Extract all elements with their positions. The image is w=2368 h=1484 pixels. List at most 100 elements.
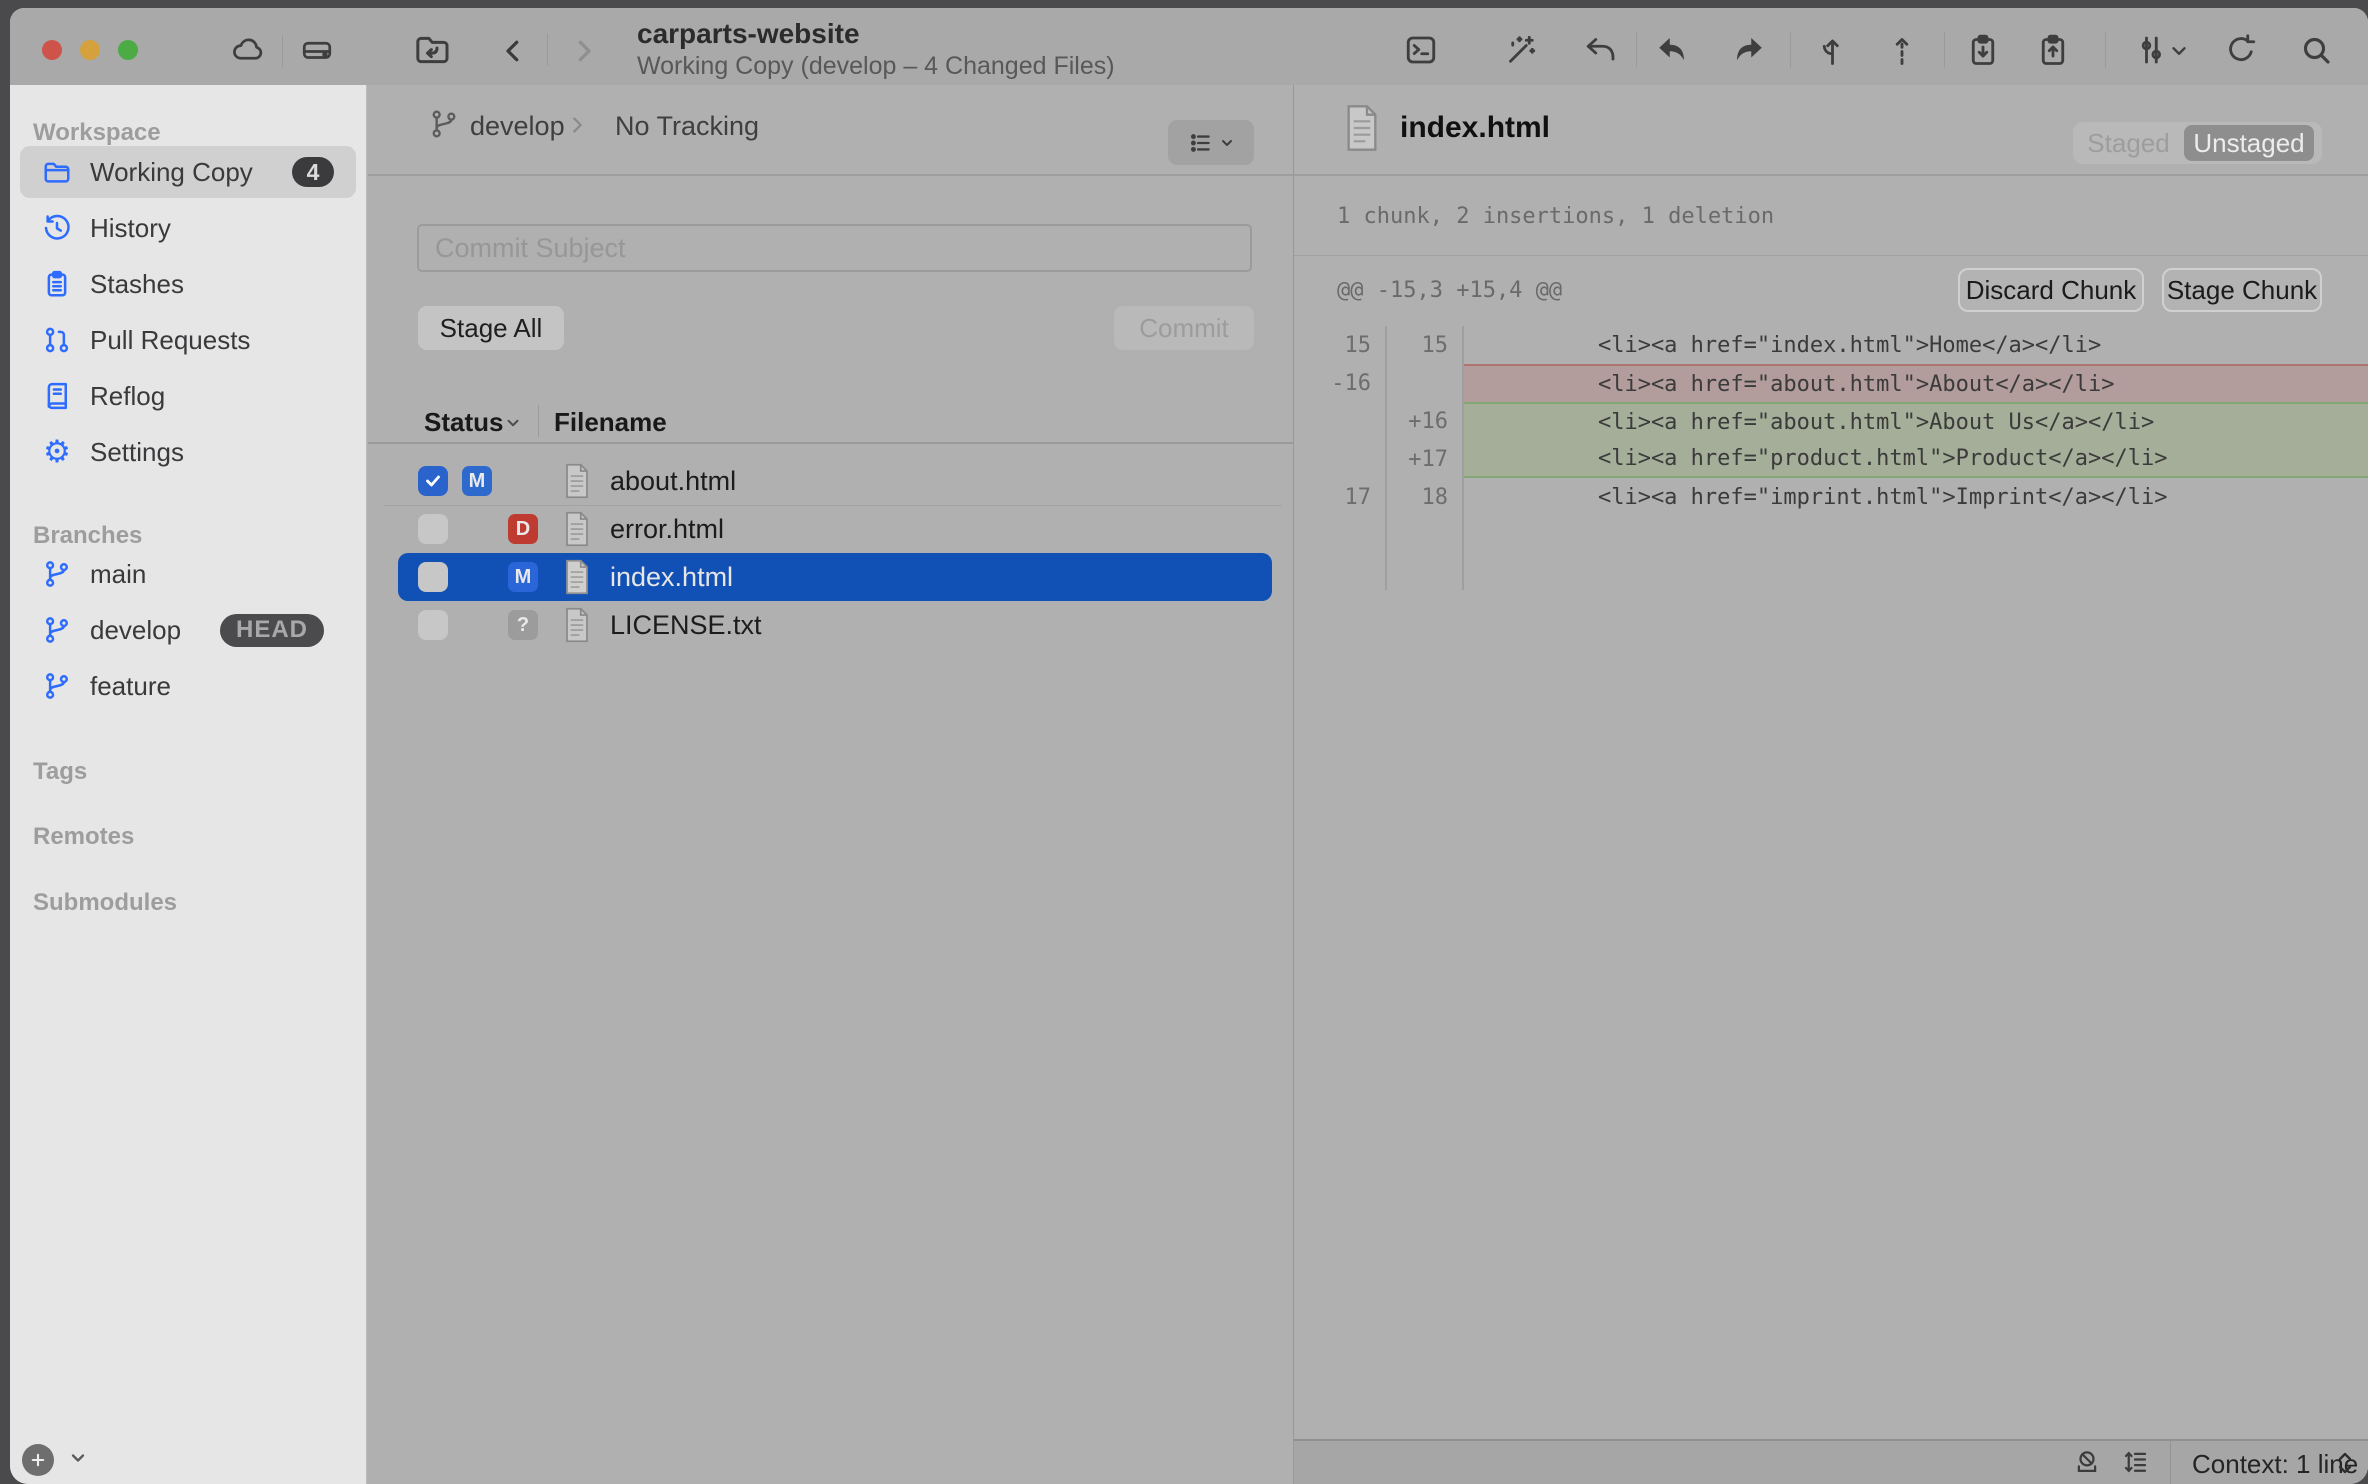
toolbar-divider: [1790, 32, 1791, 68]
old-line-number: [1294, 440, 1385, 478]
pull-arrow-icon[interactable]: [1654, 32, 1690, 68]
file-row-license[interactable]: ? LICENSE.txt: [368, 601, 1293, 649]
open-repo-icon[interactable]: [412, 30, 452, 70]
merge-icon[interactable]: [1813, 32, 1849, 68]
reflog-icon: [41, 380, 73, 412]
sidebar-item-settings[interactable]: ⚙ Settings: [20, 426, 356, 478]
sidebar-item-label: develop: [90, 615, 181, 646]
tab-staged[interactable]: Staged: [2073, 128, 2184, 159]
line-spacing-icon[interactable]: [2120, 1447, 2150, 1477]
sidebar-section-branches: Branches: [10, 524, 366, 548]
zoom-window-button[interactable]: [118, 40, 138, 60]
sidebar-item-history[interactable]: History: [20, 202, 356, 254]
cloud-icon[interactable]: [230, 32, 266, 68]
stage-all-button[interactable]: Stage All: [418, 306, 564, 350]
forward-icon[interactable]: [569, 36, 599, 66]
commit-button[interactable]: Commit: [1114, 306, 1254, 350]
file-icon: [562, 606, 592, 649]
status-badge: D: [508, 514, 538, 544]
diff-line-added[interactable]: +16 <li><a href="about.html">About Us</a…: [1294, 402, 2368, 440]
sidebar-section-submodules[interactable]: Submodules: [10, 891, 366, 915]
sidebar-item-branch-develop[interactable]: develop HEAD: [20, 604, 356, 656]
undo-icon[interactable]: [1583, 32, 1619, 68]
search-icon[interactable]: [2298, 32, 2334, 68]
chevron-down-icon[interactable]: [2168, 40, 2190, 62]
sidebar-item-branch-main[interactable]: main: [20, 548, 356, 600]
tab-unstaged[interactable]: Unstaged: [2184, 125, 2314, 161]
diff-file-name: index.html: [1400, 111, 1550, 145]
status-badge: ?: [508, 610, 538, 640]
context-stepper[interactable]: [2334, 1448, 2356, 1483]
folder-icon: [41, 156, 73, 188]
sidebar-item-pull-requests[interactable]: Pull Requests: [20, 314, 356, 366]
terminal-icon[interactable]: [1403, 32, 1439, 68]
stage-checkbox[interactable]: [418, 466, 448, 496]
sidebar-section-workspace: Workspace: [10, 121, 366, 145]
window-title: carparts-website: [637, 18, 860, 50]
pull-request-icon: [41, 324, 73, 356]
current-branch-label[interactable]: develop: [470, 111, 565, 142]
diff-line-added[interactable]: +17 <li><a href="product.html">Product</…: [1294, 440, 2368, 478]
stage-checkbox[interactable]: [418, 562, 448, 592]
stage-checkbox[interactable]: [418, 514, 448, 544]
diff-line-deleted[interactable]: -16 <li><a href="about.html">About</a></…: [1294, 364, 2368, 402]
sort-chevron-icon[interactable]: [504, 414, 522, 437]
file-name: index.html: [610, 562, 733, 593]
file-name: error.html: [610, 514, 724, 545]
sidebar-item-branch-feature[interactable]: feature: [20, 660, 356, 712]
summary-divider: [1294, 255, 2368, 256]
sidebar-item-working-copy[interactable]: Working Copy 4: [20, 146, 356, 198]
clipboard-up-icon[interactable]: [2035, 32, 2071, 68]
new-line-number: 18: [1385, 478, 1462, 516]
refresh-icon[interactable]: [2223, 32, 2259, 68]
filter-sliders-icon[interactable]: [2133, 32, 2169, 68]
ignore-whitespace-icon[interactable]: [2072, 1447, 2102, 1477]
diff-line-context[interactable]: 15 15 <li><a href="index.html">Home</a><…: [1294, 326, 2368, 364]
column-status[interactable]: Status: [424, 407, 503, 438]
file-row-about[interactable]: M about.html: [368, 457, 1293, 505]
app-window: carparts-website Working Copy (develop –…: [10, 8, 2368, 1484]
stage-chunk-button[interactable]: Stage Chunk: [2162, 268, 2322, 312]
sidebar-section-tags[interactable]: Tags: [10, 760, 366, 784]
sidebar-item-label: feature: [90, 671, 171, 702]
push-arrow-icon[interactable]: [1731, 32, 1767, 68]
magic-wand-icon[interactable]: [1503, 32, 1539, 68]
branch-icon: [428, 108, 460, 145]
minimize-window-button[interactable]: [80, 40, 100, 60]
close-window-button[interactable]: [42, 40, 62, 60]
screenshot-root: { "window": { "title": "carparts-website…: [0, 0, 2368, 1484]
toolbar-divider: [1636, 32, 1637, 68]
stashes-icon: [41, 268, 73, 300]
sidebar-section-remotes[interactable]: Remotes: [10, 825, 366, 849]
column-filename[interactable]: Filename: [554, 407, 667, 438]
toolbar-divider: [1944, 32, 1945, 68]
drive-icon[interactable]: [299, 32, 335, 68]
diff-line-context[interactable]: 17 18 <li><a href="imprint.html">Imprint…: [1294, 478, 2368, 516]
back-icon[interactable]: [498, 36, 528, 66]
column-divider[interactable]: [538, 405, 539, 437]
code-text: <li><a href="imprint.html">Imprint</a></…: [1462, 478, 2368, 516]
sidebar-item-reflog[interactable]: Reflog: [20, 370, 356, 422]
branch-icon: [41, 558, 73, 590]
sidebar-item-stashes[interactable]: Stashes: [20, 258, 356, 310]
status-badge: M: [462, 466, 492, 496]
clipboard-down-icon[interactable]: [1965, 32, 2001, 68]
add-repo-button[interactable]: [22, 1444, 54, 1476]
stage-checkbox[interactable]: [418, 610, 448, 640]
diff-header: index.html Staged Unstaged: [1294, 85, 2368, 176]
commit-subject-input[interactable]: [417, 224, 1252, 272]
tracking-label[interactable]: No Tracking: [615, 111, 759, 142]
old-line-number: -16: [1294, 364, 1385, 402]
discard-chunk-button[interactable]: Discard Chunk: [1958, 268, 2144, 312]
diff-status-bar: Context: 1 line: [1294, 1439, 2368, 1484]
file-row-error[interactable]: D error.html: [368, 505, 1293, 553]
new-line-number: [1385, 364, 1462, 402]
file-list-header: Status Filename: [368, 400, 1293, 444]
working-copy-panel: develop No Tracking Stage All Commit Sta…: [368, 85, 1293, 1484]
file-icon: [562, 462, 592, 505]
add-repo-chevron-icon[interactable]: [68, 1448, 88, 1473]
list-view-dropdown[interactable]: [1168, 120, 1254, 165]
diff-summary: 1 chunk, 2 insertions, 1 deletion: [1337, 204, 1774, 229]
file-row-index[interactable]: M index.html: [368, 553, 1293, 601]
rebase-icon[interactable]: [1884, 32, 1920, 68]
